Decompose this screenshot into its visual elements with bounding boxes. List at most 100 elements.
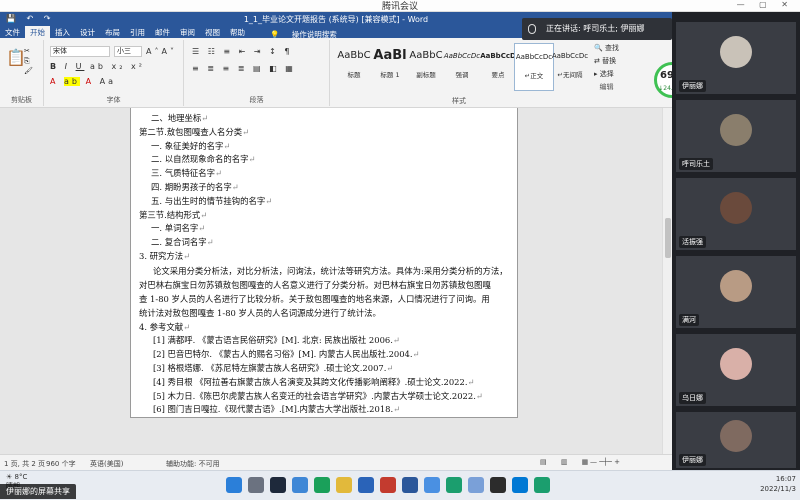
participant-tile[interactable]: 伊丽娜 bbox=[676, 22, 796, 94]
references-list: [1] 满都呼. 《蒙古语言民俗研究》[M]. 北京: 民族出版社 2006. ↵… bbox=[139, 334, 509, 417]
participant-tile[interactable]: 活振强 bbox=[676, 178, 796, 250]
align-buttons[interactable]: ≡ ≣ ≡ ≣ ▤ ◧ ▦ bbox=[192, 64, 296, 73]
document-line-text: 一. 象征美好的名字 bbox=[151, 140, 224, 151]
list-buttons[interactable]: ☰ ☷ ≡ ⇤ ⇥ ↕ ¶ bbox=[192, 47, 293, 56]
windows-start-icon[interactable] bbox=[226, 477, 242, 493]
participant-tile[interactable]: 满河 bbox=[676, 256, 796, 328]
style-sample: AaBbCcDc bbox=[443, 52, 481, 60]
styles-gallery: AaBbC 标题 AaBl 标题 1 AaBbC 副标题 AaBbCcDc 强调 AaB… bbox=[330, 40, 590, 105]
microphone-icon bbox=[528, 24, 536, 34]
style-sample: AaBbC bbox=[337, 50, 371, 61]
app-icon[interactable] bbox=[512, 477, 528, 493]
store-icon[interactable] bbox=[358, 477, 374, 493]
style-name: 标题 1 bbox=[380, 71, 400, 79]
participant-tile[interactable]: 呼司乐土 bbox=[676, 100, 796, 172]
participant-name: 伊丽娜 bbox=[679, 454, 706, 466]
font-grow-shrink[interactable]: A˄A˅ bbox=[146, 47, 177, 56]
style-heading1[interactable]: AaBl 标题 1 bbox=[370, 43, 410, 91]
speaking-label: 正在讲话: 呼司乐土; 伊丽娜 bbox=[546, 24, 645, 33]
document-line-text: 第二节.敖包图嘎查人名分类 bbox=[139, 126, 243, 137]
document-line: 二. 复合词名字↵ bbox=[139, 236, 509, 250]
document-page[interactable]: 二、地理坐标↵ 第二节.敖包图嘎查人名分类↵ 一. 象征美好的名字↵ 二. 以自然现象… bbox=[130, 108, 518, 418]
system-tray[interactable]: 16:07 2022/11/3 bbox=[760, 474, 796, 494]
app-icon[interactable] bbox=[380, 477, 396, 493]
app-icon[interactable] bbox=[534, 477, 550, 493]
folder-icon[interactable] bbox=[336, 477, 352, 493]
style-subtitle[interactable]: AaBbC 副标题 bbox=[406, 43, 446, 91]
style-title[interactable]: AaBbC 标题 bbox=[334, 43, 374, 91]
accessibility-status[interactable]: 辅助功能: 不可用 bbox=[166, 459, 220, 469]
document-line: 二. 以自然现象命名的名字↵ bbox=[139, 153, 509, 167]
search-icon: 🔍 bbox=[594, 44, 603, 52]
font-color-buttons[interactable]: A ab A Aa bbox=[50, 77, 116, 86]
participant-avatar bbox=[720, 348, 752, 380]
widgets-icon[interactable] bbox=[292, 477, 308, 493]
replace-button[interactable]: ⇄ 替换 bbox=[594, 55, 619, 68]
clipboard-label: 剪贴板 bbox=[11, 96, 32, 104]
edge-icon[interactable] bbox=[314, 477, 330, 493]
select-button[interactable]: ▸ 选择 bbox=[594, 68, 619, 81]
replace-icon: ⇄ bbox=[594, 57, 600, 65]
find-label: 查找 bbox=[604, 44, 619, 52]
word-count[interactable]: 960 个字 bbox=[46, 459, 76, 469]
font-label: 字体 bbox=[106, 96, 121, 104]
participant-tile[interactable]: 伊丽娜 bbox=[676, 412, 796, 468]
tencent-meeting-icon[interactable] bbox=[424, 477, 440, 493]
reference-text: [1] 满都呼. 《蒙古语言民俗研究》[M]. 北京: 民族出版社 2006. bbox=[153, 335, 393, 346]
task-view-icon[interactable] bbox=[270, 477, 286, 493]
document-line-text: 五. 与出生时的情节挂钩的名字 bbox=[151, 195, 266, 206]
find-button[interactable]: 🔍 查找 bbox=[594, 42, 619, 55]
reference-text: [4] 秀目根 《阿拉善右旗蒙古族人名演变及其跨文化传播影响阐释》.硕士论文.2… bbox=[153, 376, 468, 387]
font-group: 宋体 小三 A˄A˅ B I U ab x₂ x² A ab A Aa 字体 bbox=[44, 40, 184, 106]
reference-item: [3] 格根塔娜. 《苏尼特左旗蒙古族人名研究》.硕士论文.2007.↵ bbox=[153, 362, 509, 376]
style-normal[interactable]: AaBbCcDc ↵正文 bbox=[514, 43, 554, 91]
language-status[interactable]: 英语(美国) bbox=[90, 459, 123, 469]
paragraph-mark: ↵ bbox=[198, 223, 206, 234]
styles-label: 样式 bbox=[452, 97, 466, 105]
clipboard-tools[interactable]: ✂ ⎘ 🖌 bbox=[24, 46, 33, 76]
refs-heading: 4. 参考文献↵ bbox=[139, 321, 509, 335]
document-line-text: 二、地理坐标 bbox=[151, 113, 202, 123]
document-area[interactable]: 二、地理坐标↵ 第二节.敖包图嘎查人名分类↵ 一. 象征美好的名字↵ 二. 以自然现象… bbox=[0, 108, 662, 454]
paragraph-mark: ↵ bbox=[412, 349, 420, 360]
method-paragraph: 论文采用分类分析法，对比分析法，问询法，统计法等研究方法。具体为:采用分类分析的… bbox=[139, 264, 509, 321]
reference-item: [5] 木力日.《陈巴尔虎蒙古族人名变迁的社会语言学研究》.内蒙古大学硕士论文.… bbox=[153, 390, 509, 404]
app-icon[interactable] bbox=[468, 477, 484, 493]
participant-tile[interactable]: 乌日娜 bbox=[676, 334, 796, 406]
view-buttons[interactable]: ▤ ▥ ▦ bbox=[540, 458, 594, 466]
font-name-select[interactable]: 宋体 bbox=[50, 46, 110, 57]
document-line: 五. 与出生时的情节挂钩的名字↵ bbox=[139, 195, 509, 209]
style-no-spacing[interactable]: AaBbCcDc ↵无间隔 bbox=[550, 43, 590, 91]
word-icon[interactable] bbox=[402, 477, 418, 493]
scroll-thumb[interactable] bbox=[665, 218, 671, 258]
paste-icon[interactable]: 📋 bbox=[6, 48, 26, 67]
participant-video bbox=[720, 270, 752, 302]
zoom-slider[interactable]: — ─┼─ + bbox=[590, 458, 620, 466]
clock-time: 16:07 bbox=[775, 475, 796, 483]
reference-item: [2] 巴音巴特尔. 《蒙古人的赐名习俗》[M]. 内蒙古人民出版社.2004.… bbox=[153, 348, 509, 362]
participant-name: 活振强 bbox=[679, 236, 706, 248]
search-icon[interactable] bbox=[248, 477, 264, 493]
font-format-buttons[interactable]: B I U ab x₂ x² bbox=[50, 62, 145, 71]
app-icon[interactable] bbox=[490, 477, 506, 493]
page-count[interactable]: 1 页, 共 2 页 bbox=[4, 459, 45, 469]
style-name: 强调 bbox=[455, 71, 469, 79]
vertical-scrollbar[interactable] bbox=[662, 108, 672, 454]
wechat-icon[interactable] bbox=[446, 477, 462, 493]
font-size-select[interactable]: 小三 bbox=[114, 46, 142, 57]
clock-date: 2022/11/3 bbox=[760, 485, 796, 493]
style-name: 副标题 bbox=[416, 71, 436, 79]
paragraph-mark: ↵ bbox=[214, 168, 222, 179]
method-paragraph-line: 论文采用分类分析法，对比分析法，问询法，统计法等研究方法。具体为:采用分类分析的… bbox=[153, 265, 508, 276]
replace-label: 替换 bbox=[602, 57, 617, 65]
reference-item: [4] 秀目根 《阿拉善右旗蒙古族人名演变及其跨文化传播影响阐释》.硕士论文.2… bbox=[153, 376, 509, 390]
reference-text: [3] 格根塔娜. 《苏尼特左旗蒙古族人名研究》.硕士论文.2007. bbox=[153, 362, 387, 373]
style-name: ↵正文 bbox=[524, 72, 544, 80]
style-strong[interactable]: AaBbCcD 要点 bbox=[478, 43, 518, 91]
document-line: 二、地理坐标↵ bbox=[139, 112, 509, 126]
document-line: 一. 单词名字↵ bbox=[139, 222, 509, 236]
paragraph-mark: ↵ bbox=[183, 321, 191, 332]
style-emphasis[interactable]: AaBbCcDc 强调 bbox=[442, 43, 482, 91]
windows-taskbar: ☀ 8°C 晴朗 16:07 2022/11/3 bbox=[0, 470, 800, 500]
window-controls[interactable]: — ▢ ✕ bbox=[737, 0, 794, 9]
